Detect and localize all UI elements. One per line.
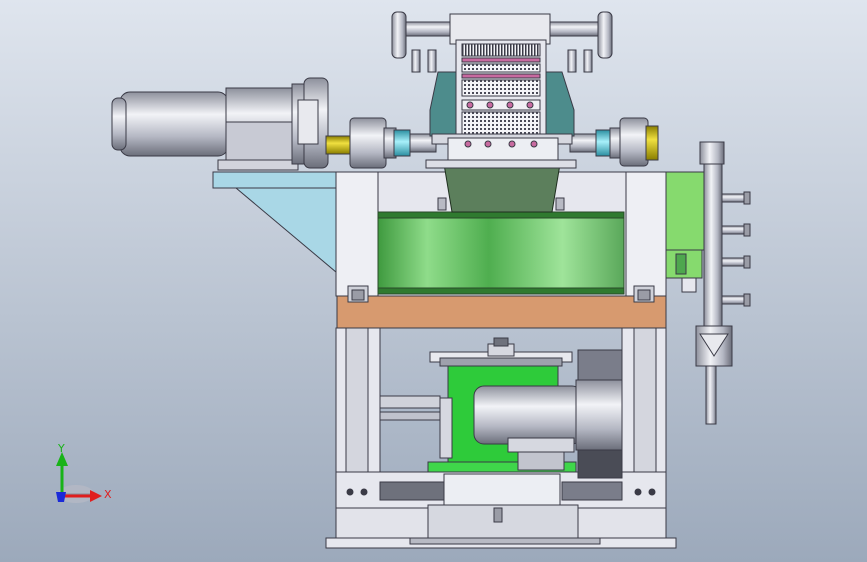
machine-assembly-drawing: Y X: [0, 0, 867, 562]
hopper-funnel: [443, 163, 561, 213]
y-axis-label: Y: [57, 442, 65, 455]
mounting-plate: [336, 295, 667, 329]
cad-graphics-viewport[interactable]: Y X: [0, 0, 867, 562]
lower-drive-unit: [427, 337, 623, 479]
x-axis-label: X: [104, 488, 112, 501]
green-drum: [377, 211, 625, 295]
left-motor: [111, 77, 329, 171]
